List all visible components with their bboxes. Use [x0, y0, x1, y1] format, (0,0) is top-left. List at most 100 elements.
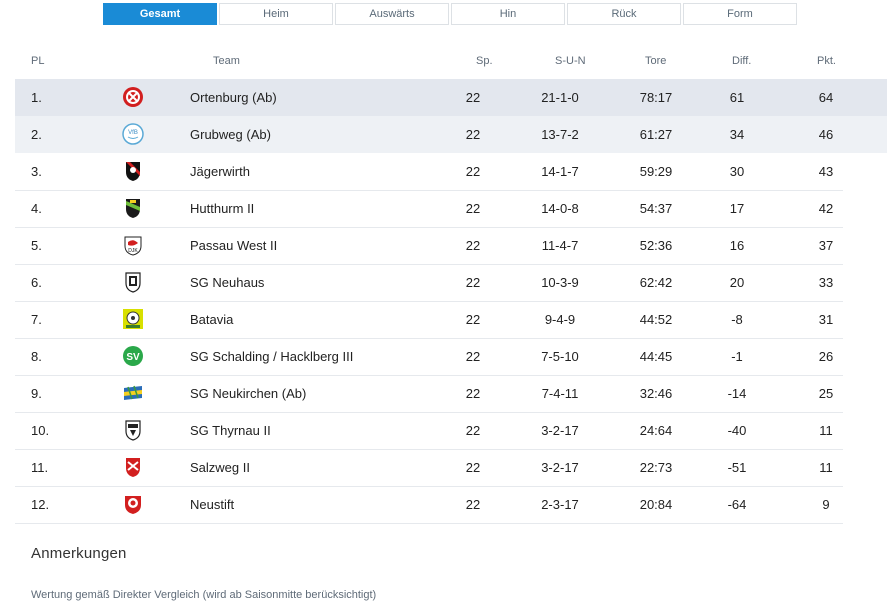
grubweg-crest-icon: VfB: [122, 123, 144, 145]
points-cell: 31: [818, 312, 834, 327]
neuhaus-crest-icon: [125, 272, 141, 293]
games-played-cell: 22: [465, 349, 481, 364]
position-cell: 3.: [31, 164, 42, 179]
table-row[interactable]: 5. Passau West II 22 11-4-7 52:36 16 37 DJK: [15, 227, 843, 265]
goals-cell: 24:64: [639, 423, 673, 438]
tab-gesamt[interactable]: Gesamt: [103, 3, 217, 25]
anmerkungen-text: Wertung gemäß Direkter Vergleich (wird a…: [31, 589, 377, 601]
points-cell: 42: [818, 201, 834, 216]
points-cell: 11: [819, 460, 833, 475]
position-cell: 10.: [31, 423, 50, 438]
win-draw-loss-cell: 3-2-17: [541, 423, 579, 438]
schalding-crest-icon: SV: [123, 346, 143, 366]
team-name[interactable]: Grubweg (Ab): [190, 127, 271, 142]
position-cell: 7.: [31, 312, 42, 327]
goals-cell: 44:45: [639, 349, 673, 364]
col-header-pl: PL: [31, 55, 45, 67]
passau-west-crest-icon: DJK: [124, 236, 142, 256]
goals-cell: 44:52: [639, 312, 673, 327]
goal-diff-cell: 30: [729, 164, 745, 179]
games-played-cell: 22: [465, 423, 481, 438]
goals-cell: 54:37: [639, 201, 673, 216]
points-cell: 64: [818, 90, 834, 105]
position-cell: 12.: [31, 497, 50, 512]
table-row[interactable]: 2. Grubweg (Ab) 22 13-7-2 61:27 34 46 VfB: [15, 116, 887, 153]
games-played-cell: 22: [465, 460, 481, 475]
team-name[interactable]: Batavia: [190, 312, 233, 327]
position-cell: 9.: [31, 386, 42, 401]
team-name[interactable]: Passau West II: [190, 238, 277, 253]
goals-cell: 52:36: [639, 238, 673, 253]
position-cell: 2.: [31, 127, 42, 142]
win-draw-loss-cell: 7-4-11: [541, 386, 579, 401]
tab-auswaerts[interactable]: Auswärts: [335, 3, 449, 25]
goals-cell: 59:29: [639, 164, 673, 179]
goals-cell: 61:27: [639, 127, 673, 142]
jaegerwirth-crest-icon: [126, 162, 140, 181]
ortenburg-crest-icon: [123, 87, 143, 107]
win-draw-loss-cell: 14-0-8: [541, 201, 579, 216]
team-name[interactable]: SG Thyrnau II: [190, 423, 271, 438]
team-name[interactable]: Salzweg II: [190, 460, 250, 475]
batavia-crest-icon: [123, 309, 143, 329]
goal-diff-cell: 61: [729, 90, 745, 105]
goal-diff-cell: -40: [727, 423, 747, 438]
goals-cell: 78:17: [639, 90, 673, 105]
svg-text:VfB: VfB: [128, 130, 138, 136]
col-header-diff: Diff.: [732, 55, 752, 67]
win-draw-loss-cell: 13-7-2: [541, 127, 579, 142]
games-played-cell: 22: [465, 90, 481, 105]
salzweg-crest-icon: [126, 458, 140, 477]
goal-diff-cell: -51: [727, 460, 747, 475]
table-row[interactable]: 10. SG Thyrnau II 22 3-2-17 24:64 -40 11: [15, 412, 843, 450]
win-draw-loss-cell: 3-2-17: [541, 460, 579, 475]
team-name[interactable]: SG Neukirchen (Ab): [190, 386, 306, 401]
table-row[interactable]: 4. Hutthurm II 22 14-0-8 54:37 17 42: [15, 190, 843, 228]
position-cell: 5.: [31, 238, 42, 253]
col-header-pkt: Pkt.: [817, 55, 836, 67]
table-row[interactable]: 8. SG Schalding / Hacklberg III 22 7-5-10 44…: [15, 338, 843, 376]
team-name[interactable]: Jägerwirth: [190, 164, 250, 179]
goal-diff-cell: -14: [727, 386, 747, 401]
team-name[interactable]: SG Schalding / Hacklberg III: [190, 349, 353, 364]
win-draw-loss-cell: 11-4-7: [541, 238, 579, 253]
goals-cell: 22:73: [639, 460, 673, 475]
hutthurm-crest-icon: [126, 199, 140, 218]
table-row[interactable]: 11. Salzweg II 22 3-2-17 22:73 -51 11: [15, 449, 843, 487]
points-cell: 25: [818, 386, 834, 401]
team-name[interactable]: Ortenburg (Ab): [190, 90, 277, 105]
table-row[interactable]: 6. SG Neuhaus 22 10-3-9 62:42 20 33: [15, 264, 843, 302]
goal-diff-cell: -64: [727, 497, 747, 512]
position-cell: 8.: [31, 349, 42, 364]
tab-rueck[interactable]: Rück: [567, 3, 681, 25]
position-cell: 4.: [31, 201, 42, 216]
tab-form[interactable]: Form: [683, 3, 797, 25]
goal-diff-cell: 16: [729, 238, 745, 253]
table-row[interactable]: 12. Neustift 22 2-3-17 20:84 -64 9: [15, 486, 843, 524]
table-row[interactable]: 1. Ortenburg (Ab) 22 21-1-0 78:17 61 64: [15, 79, 887, 116]
neukirchen-crest-icon: [124, 385, 142, 400]
win-draw-loss-cell: 2-3-17: [541, 497, 579, 512]
position-cell: 11.: [31, 460, 49, 475]
points-cell: 9: [822, 497, 830, 512]
table-row[interactable]: 7. Batavia 22 9-4-9 44:52 -8 31: [15, 301, 843, 339]
goals-cell: 32:46: [639, 386, 673, 401]
neustift-crest-icon: [125, 496, 141, 514]
team-name[interactable]: SG Neuhaus: [190, 275, 264, 290]
col-header-team: Team: [213, 55, 240, 67]
table-row[interactable]: 9. SG Neukirchen (Ab) 22 7-4-11 32:46 -14 25: [15, 375, 843, 413]
tab-hin[interactable]: Hin: [451, 3, 565, 25]
goal-diff-cell: -1: [731, 349, 743, 364]
table-header: PL Team Sp. S-U-N Tore Diff. Pkt.: [0, 50, 894, 74]
games-played-cell: 22: [465, 386, 481, 401]
points-cell: 37: [818, 238, 834, 253]
team-name[interactable]: Hutthurm II: [190, 201, 254, 216]
win-draw-loss-cell: 7-5-10: [541, 349, 579, 364]
tab-heim[interactable]: Heim: [219, 3, 333, 25]
games-played-cell: 22: [465, 127, 481, 142]
goal-diff-cell: 20: [729, 275, 745, 290]
svg-text:SV: SV: [126, 352, 140, 363]
points-cell: 43: [818, 164, 834, 179]
team-name[interactable]: Neustift: [190, 497, 234, 512]
table-row[interactable]: 3. Jägerwirth 22 14-1-7 59:29 30 43: [15, 153, 843, 191]
